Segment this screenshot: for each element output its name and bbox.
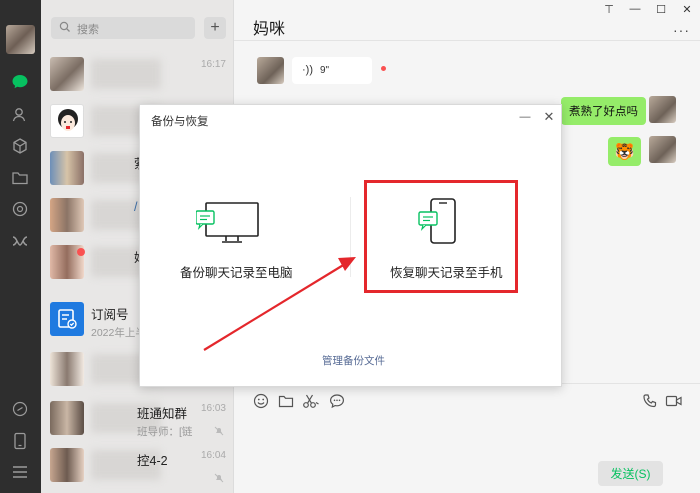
item-time: 16:17 bbox=[200, 59, 226, 70]
miniprogram-link-icon[interactable] bbox=[9, 398, 31, 420]
backup-to-pc-label: 备份聊天记录至电脑 bbox=[180, 266, 293, 280]
search-input[interactable]: 搜索 bbox=[51, 17, 195, 39]
add-button[interactable]: + bbox=[204, 17, 226, 39]
close-button[interactable]: ✕ bbox=[674, 0, 700, 18]
dialog-title: 备份与恢复 bbox=[151, 116, 209, 128]
maximize-button[interactable]: ☐ bbox=[648, 0, 674, 18]
item-name: 控4-2 bbox=[137, 454, 168, 468]
phone-icon[interactable] bbox=[9, 430, 31, 452]
sent-message[interactable]: 煮熟了好点吗 bbox=[561, 97, 646, 125]
item-name: 班通知群 bbox=[137, 407, 188, 421]
user-avatar[interactable] bbox=[6, 25, 35, 54]
backup-to-pc-option[interactable]: 备份聊天记录至电脑 bbox=[160, 195, 330, 285]
highlight-box bbox=[364, 180, 518, 293]
backup-restore-dialog: 备份与恢复 — ✕ 备份聊天记录至电脑 恢复聊天记录至手机 管理备份文件 bbox=[139, 104, 562, 387]
chat-icon[interactable] bbox=[9, 71, 31, 93]
more-options-button[interactable]: ··· bbox=[673, 22, 690, 38]
item-name: 订阅号 bbox=[91, 308, 129, 322]
file-icon[interactable] bbox=[277, 392, 295, 410]
send-button[interactable]: 发送(S) bbox=[598, 461, 663, 486]
emoji-icon[interactable] bbox=[252, 392, 270, 410]
sticker-message[interactable]: 🐯 bbox=[608, 137, 641, 166]
self-avatar[interactable] bbox=[649, 96, 676, 123]
voice-duration: 9" bbox=[320, 65, 330, 76]
voice-message[interactable]: ·)) 9" bbox=[292, 57, 372, 84]
nav-rail bbox=[0, 0, 41, 493]
minimize-button[interactable]: — bbox=[622, 0, 648, 18]
item-preview: 2022年上半 bbox=[91, 327, 146, 339]
dialog-close-button[interactable]: ✕ bbox=[542, 109, 556, 124]
compose-toolbar: 发送(S) bbox=[234, 383, 700, 493]
mute-icon bbox=[214, 472, 224, 486]
group-avatar bbox=[50, 352, 84, 386]
screenshot-icon[interactable] bbox=[302, 392, 320, 410]
manage-backup-link[interactable]: 管理备份文件 bbox=[322, 353, 385, 368]
search-bar: 搜索 + bbox=[51, 17, 234, 39]
window-controls: ⊤ — ☐ ✕ bbox=[596, 0, 700, 18]
chat-list-item[interactable]: 控4-2 16:04 bbox=[41, 436, 234, 493]
moments-icon[interactable] bbox=[9, 198, 31, 220]
voice-icon: ·)) bbox=[302, 64, 313, 76]
chat-history-icon[interactable] bbox=[328, 392, 346, 410]
group-avatar bbox=[50, 448, 84, 482]
contact-avatar bbox=[50, 57, 84, 91]
group-avatar bbox=[50, 401, 84, 435]
contact-avatar[interactable] bbox=[257, 57, 284, 84]
unread-dot bbox=[77, 248, 85, 256]
self-avatar[interactable] bbox=[649, 136, 676, 163]
item-name: / bbox=[134, 200, 138, 214]
item-time: 16:03 bbox=[200, 403, 226, 414]
folder-icon[interactable] bbox=[9, 167, 31, 189]
miniprogram-icon[interactable] bbox=[9, 230, 31, 252]
unplayed-dot bbox=[381, 66, 386, 71]
search-icon bbox=[59, 21, 71, 36]
computer-icon bbox=[195, 201, 260, 248]
contact-avatar bbox=[50, 104, 84, 138]
item-time: 16:04 bbox=[200, 450, 226, 461]
voice-call-icon[interactable] bbox=[641, 392, 659, 410]
subscriptions-icon bbox=[50, 302, 84, 336]
search-placeholder: 搜索 bbox=[77, 24, 99, 36]
chat-title: 妈咪 bbox=[253, 21, 286, 38]
video-call-icon[interactable] bbox=[665, 392, 683, 410]
pin-button[interactable]: ⊤ bbox=[596, 0, 622, 18]
group-avatar bbox=[50, 198, 84, 232]
contacts-icon[interactable] bbox=[9, 104, 31, 126]
group-avatar bbox=[50, 151, 84, 185]
favorites-icon[interactable] bbox=[9, 135, 31, 157]
menu-icon[interactable] bbox=[9, 461, 31, 483]
dialog-minimize-button[interactable]: — bbox=[518, 111, 532, 125]
